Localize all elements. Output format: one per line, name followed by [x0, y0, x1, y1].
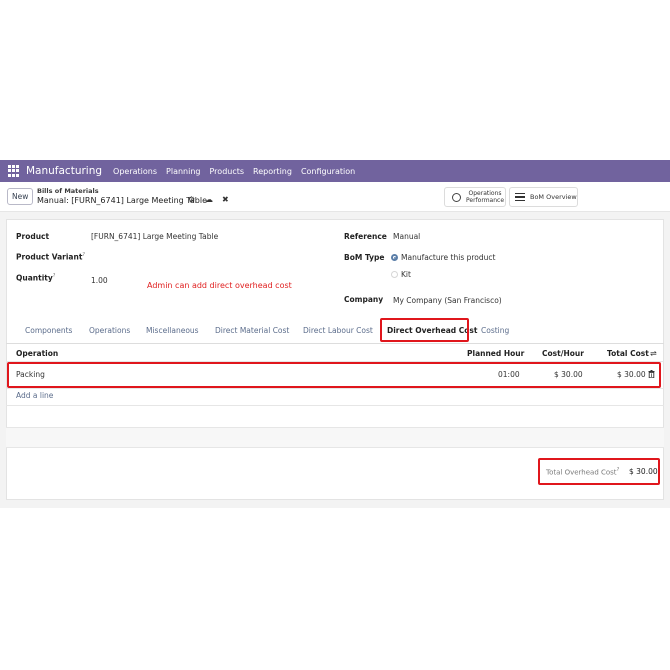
- tab-components[interactable]: Components: [25, 326, 72, 335]
- product-label: Product: [16, 232, 50, 241]
- tab-direct-material-cost[interactable]: Direct Material Cost: [215, 326, 289, 335]
- tab-direct-labour-cost[interactable]: Direct Labour Cost: [303, 326, 373, 335]
- apps-grid-icon[interactable]: [8, 165, 20, 177]
- control-panel: New Bills of Materials Manual: [FURN_674…: [0, 182, 670, 212]
- col-planned-hour[interactable]: Planned Hour: [467, 349, 524, 358]
- radio-kit[interactable]: [391, 271, 398, 278]
- quantity-label: Quantity?: [16, 273, 56, 283]
- quantity-field[interactable]: 1.00: [91, 276, 108, 285]
- page: Manufacturing Operations Planning Produc…: [0, 0, 670, 670]
- tab-operations[interactable]: Operations: [89, 326, 130, 335]
- record-title: Manual: [FURN_6741] Large Meeting Table: [37, 196, 207, 205]
- active-tab-highlight: [380, 318, 469, 342]
- total-highlight: [538, 458, 660, 485]
- top-navbar: Manufacturing Operations Planning Produc…: [0, 160, 670, 182]
- tab-divider: [6, 343, 664, 344]
- new-button[interactable]: New: [7, 188, 34, 205]
- breadcrumb-parent[interactable]: Bills of Materials: [37, 187, 99, 195]
- add-line-link[interactable]: Add a line: [16, 391, 53, 400]
- row-divider: [6, 447, 664, 448]
- product-variant-label: Product Variant?: [16, 252, 86, 262]
- menu-reporting[interactable]: Reporting: [253, 167, 292, 176]
- radio-manufacture[interactable]: [391, 254, 398, 261]
- company-label: Company: [344, 295, 384, 304]
- menu-planning[interactable]: Planning: [166, 167, 200, 176]
- menu-products[interactable]: Products: [210, 167, 245, 176]
- operations-performance-button[interactable]: Operations Performance: [444, 187, 506, 207]
- operations-performance-label: Operations Performance: [466, 190, 505, 204]
- radio-manufacture-label: Manufacture this product: [401, 253, 496, 262]
- bom-type-label: BoM Type: [344, 253, 385, 262]
- clock-icon: [452, 192, 461, 202]
- product-field[interactable]: [FURN_6741] Large Meeting Table: [91, 232, 218, 241]
- tab-costing[interactable]: Costing: [481, 326, 509, 335]
- row-divider: [6, 427, 664, 428]
- row-highlight: [7, 362, 661, 388]
- menu-configuration[interactable]: Configuration: [301, 167, 355, 176]
- row-divider: [6, 388, 664, 389]
- company-field[interactable]: My Company (San Francisco): [393, 296, 502, 305]
- column-settings-icon[interactable]: ⇌: [650, 349, 657, 358]
- menu-operations[interactable]: Operations: [113, 167, 157, 176]
- gear-icon[interactable]: ⚙: [188, 195, 195, 204]
- bom-overview-button[interactable]: BoM Overview: [509, 187, 578, 207]
- radio-kit-label: Kit: [401, 270, 411, 279]
- col-total-cost[interactable]: Total Cost: [607, 349, 649, 358]
- bars-icon: [515, 192, 525, 202]
- empty-row: [6, 427, 664, 447]
- col-cost-hour[interactable]: Cost/Hour: [542, 349, 584, 358]
- reference-label: Reference: [344, 232, 387, 241]
- cloud-save-icon[interactable]: ☁: [205, 195, 213, 204]
- reference-field[interactable]: Manual: [393, 232, 420, 241]
- bom-overview-label: BoM Overview: [530, 193, 577, 201]
- row-divider: [6, 405, 664, 406]
- col-operation[interactable]: Operation: [16, 349, 58, 358]
- discard-icon[interactable]: ✖: [222, 195, 229, 204]
- breadcrumb-current: Manual: [FURN_6741] Large Meeting Table: [37, 196, 207, 205]
- tab-miscellaneous[interactable]: Miscellaneous: [146, 326, 199, 335]
- app-name[interactable]: Manufacturing: [26, 165, 102, 177]
- annotation-text: Admin can add direct overhead cost: [147, 281, 292, 290]
